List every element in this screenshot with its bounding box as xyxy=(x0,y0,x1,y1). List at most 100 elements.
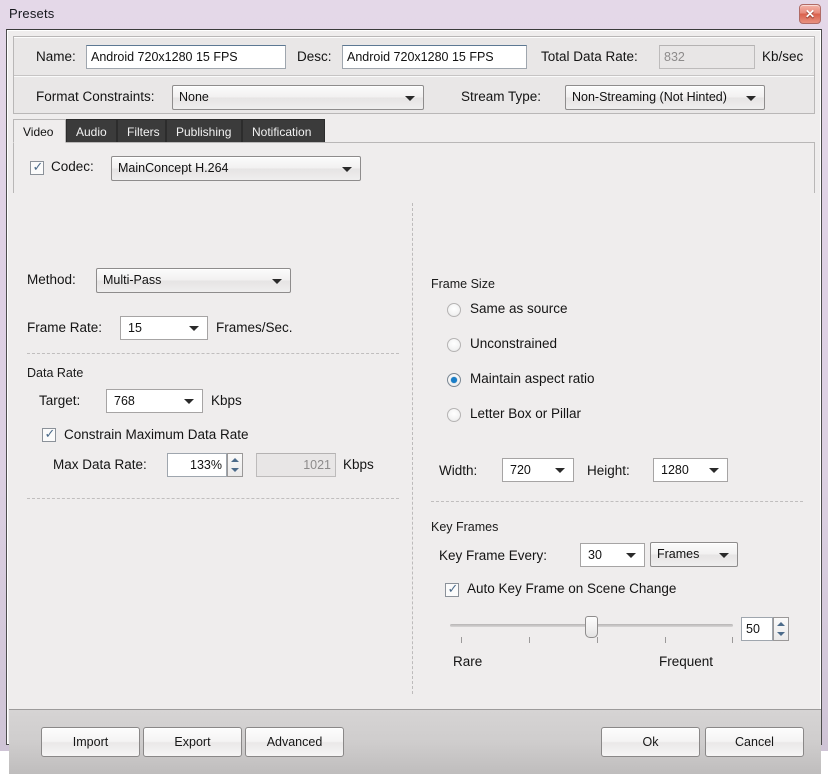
method-select[interactable]: Multi-Pass xyxy=(96,268,291,293)
key-frame-unit-value: Frames xyxy=(657,547,700,561)
stepper-down-icon[interactable] xyxy=(231,468,239,472)
meta-row-divider xyxy=(14,75,814,76)
dialog-button-bar: Import Export Advanced Ok Cancel xyxy=(9,709,821,774)
dialog-client-area: Name: Android 720x1280 15 FPS Desc: Andr… xyxy=(6,29,822,774)
height-select[interactable]: 1280 xyxy=(653,458,728,482)
slider-tick xyxy=(461,637,462,643)
key-frames-group-label: Key Frames xyxy=(431,520,499,534)
height-label: Height: xyxy=(587,463,630,478)
check-icon: ✓ xyxy=(32,159,44,174)
frame-rate-select[interactable]: 15 xyxy=(120,316,208,340)
tab-label: Publishing xyxy=(176,125,232,139)
radio-maintain-aspect-ratio[interactable] xyxy=(447,373,461,387)
stream-type-value: Non-Streaming (Not Hinted) xyxy=(572,90,727,104)
method-value: Multi-Pass xyxy=(103,273,162,287)
max-data-rate-label: Max Data Rate: xyxy=(53,457,147,472)
total-data-rate-unit: Kb/sec xyxy=(762,49,804,64)
desc-input[interactable]: Android 720x1280 15 FPS xyxy=(342,45,527,69)
width-label: Width: xyxy=(439,463,478,478)
auto-key-frame-label: Auto Key Frame on Scene Change xyxy=(467,581,677,596)
stream-type-select[interactable]: Non-Streaming (Not Hinted) xyxy=(565,85,765,110)
width-select[interactable]: 720 xyxy=(502,458,574,482)
frame-rate-unit: Frames/Sec. xyxy=(216,320,293,335)
stepper-down-icon[interactable] xyxy=(777,632,785,636)
ok-button[interactable]: Ok xyxy=(601,727,700,757)
slider-tick xyxy=(665,637,666,643)
stepper-up-icon[interactable] xyxy=(231,458,239,462)
scene-change-value-input[interactable]: 50 xyxy=(741,617,773,641)
total-data-rate-label: Total Data Rate: xyxy=(541,49,638,64)
data-rate-group-label: Data Rate xyxy=(27,366,84,380)
radio-same-as-source[interactable] xyxy=(447,303,461,317)
key-frame-unit-select[interactable]: Frames xyxy=(650,542,738,567)
import-button[interactable]: Import xyxy=(41,727,140,757)
codec-label: Codec: xyxy=(51,159,94,174)
slider-tick xyxy=(529,637,530,643)
dialog-client-inner: Name: Android 720x1280 15 FPS Desc: Andr… xyxy=(7,30,821,774)
max-data-rate-stepper[interactable] xyxy=(227,453,243,477)
scene-change-stepper[interactable] xyxy=(773,617,789,641)
method-label: Method: xyxy=(27,272,76,287)
constrain-max-data-rate-checkbox[interactable]: ✓ xyxy=(42,426,56,442)
chevron-down-icon xyxy=(555,468,565,473)
auto-key-frame-checkbox[interactable]: ✓ xyxy=(445,581,459,597)
export-button[interactable]: Export xyxy=(143,727,242,757)
left-bottom-divider xyxy=(27,498,399,499)
check-icon: ✓ xyxy=(447,581,459,596)
chevron-down-icon xyxy=(342,167,352,172)
tab-publishing[interactable]: Publishing xyxy=(166,119,242,143)
slider-tick xyxy=(732,637,733,643)
data-rate-divider xyxy=(27,353,399,354)
name-input[interactable]: Android 720x1280 15 FPS xyxy=(86,45,286,69)
chevron-down-icon xyxy=(719,553,729,558)
codec-panel: ✓ Codec: MainConcept H.264 xyxy=(13,142,815,194)
codec-value: MainConcept H.264 xyxy=(118,161,229,175)
close-button[interactable]: ✕ xyxy=(799,4,821,24)
key-frame-every-value: 30 xyxy=(588,548,602,562)
max-data-rate-percent-input[interactable]: 133% xyxy=(167,453,227,477)
height-value: 1280 xyxy=(661,463,689,477)
tab-video[interactable]: Video xyxy=(13,119,66,143)
format-constraints-select[interactable]: None xyxy=(172,85,424,110)
close-icon: ✕ xyxy=(804,7,816,21)
key-frame-every-select[interactable]: 30 xyxy=(580,543,645,567)
chevron-down-icon xyxy=(272,279,282,284)
window-title: Presets xyxy=(9,6,55,21)
codec-checkbox[interactable]: ✓ xyxy=(30,159,44,175)
slider-tick xyxy=(597,637,598,643)
slider-max-label: Frequent xyxy=(659,654,714,669)
tab-strip: Video Audio Filters Publishing Notificat… xyxy=(13,119,815,143)
cancel-button[interactable]: Cancel xyxy=(705,727,804,757)
radio-letter-box-or-pillar[interactable] xyxy=(447,408,461,422)
codec-select[interactable]: MainConcept H.264 xyxy=(111,156,361,181)
tab-filters[interactable]: Filters xyxy=(117,119,166,143)
tab-notification[interactable]: Notification xyxy=(242,119,325,143)
chevron-down-icon xyxy=(746,96,756,101)
target-select[interactable]: 768 xyxy=(106,389,203,413)
advanced-button[interactable]: Advanced xyxy=(245,727,344,757)
key-frame-every-label: Key Frame Every: xyxy=(439,548,548,563)
tab-label: Notification xyxy=(252,125,312,139)
target-label: Target: xyxy=(39,393,81,408)
constrain-max-data-rate-label: Constrain Maximum Data Rate xyxy=(64,427,249,442)
max-data-rate-value: 1021 xyxy=(256,453,336,477)
key-frames-divider xyxy=(431,501,803,502)
chevron-down-icon xyxy=(184,399,194,404)
scene-change-slider-thumb[interactable] xyxy=(585,616,598,638)
radio-label-letter-box-or-pillar: Letter Box or Pillar xyxy=(470,406,582,421)
check-icon: ✓ xyxy=(44,426,56,441)
radio-label-same-as-source: Same as source xyxy=(470,301,568,316)
radio-unconstrained[interactable] xyxy=(447,338,461,352)
frame-rate-label: Frame Rate: xyxy=(27,320,103,335)
video-settings-body: Method: Multi-Pass Frame Rate: 15 Frames… xyxy=(13,193,815,704)
stream-type-label: Stream Type: xyxy=(461,89,542,104)
width-value: 720 xyxy=(510,463,531,477)
stepper-up-icon[interactable] xyxy=(777,622,785,626)
desc-label: Desc: xyxy=(297,49,332,64)
frame-size-group-label: Frame Size xyxy=(431,277,495,291)
chevron-down-icon xyxy=(709,468,719,473)
tab-audio[interactable]: Audio xyxy=(66,119,117,143)
radio-selected-dot-icon xyxy=(451,377,457,383)
total-data-rate-value: 832 xyxy=(659,45,755,69)
frame-rate-value: 15 xyxy=(128,321,142,335)
